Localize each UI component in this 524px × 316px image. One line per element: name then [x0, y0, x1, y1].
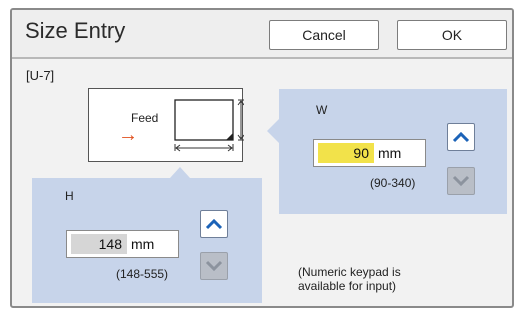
chevron-up-icon [452, 131, 470, 143]
height-increase-button[interactable] [200, 210, 228, 238]
height-panel: H 148 mm (148-555) [32, 167, 262, 303]
height-field[interactable]: 148 mm [66, 230, 179, 258]
entry-code: [U-7] [26, 68, 55, 83]
chevron-down-icon [205, 260, 223, 272]
width-field[interactable]: 90 mm [313, 139, 426, 167]
width-increase-button[interactable] [447, 123, 475, 151]
width-range: (90-340) [370, 176, 416, 190]
ok-button[interactable]: OK [397, 20, 507, 50]
height-panel-pointer [170, 167, 190, 178]
size-entry-dialog: Size Entry Cancel OK [U-7] W 90 mm (90-3… [10, 8, 514, 308]
height-unit: mm [131, 236, 155, 252]
cancel-button[interactable]: Cancel [269, 20, 379, 50]
height-range: (148-555) [116, 267, 169, 281]
dialog-title: Size Entry [25, 18, 126, 43]
width-panel-pointer [267, 119, 279, 143]
chevron-up-icon [205, 218, 223, 230]
width-label: W [316, 103, 328, 117]
width-value: 90 [318, 143, 374, 163]
width-unit: mm [378, 145, 402, 161]
height-decrease-button [200, 252, 228, 280]
height-label: H [65, 189, 74, 203]
width-panel: W 90 mm (90-340) [267, 89, 507, 214]
feed-label: Feed [131, 111, 159, 125]
chevron-down-icon [452, 175, 470, 187]
width-decrease-button [447, 167, 475, 195]
paper-size-diagram-icon [174, 99, 244, 152]
keypad-note: (Numeric keypad is available for input) [298, 265, 401, 293]
dialog-header: Size Entry Cancel OK [12, 10, 512, 59]
height-value: 148 [71, 234, 127, 254]
paper-feed-diagram: Feed → [88, 88, 244, 162]
feed-direction-arrow-icon: → [118, 124, 138, 146]
